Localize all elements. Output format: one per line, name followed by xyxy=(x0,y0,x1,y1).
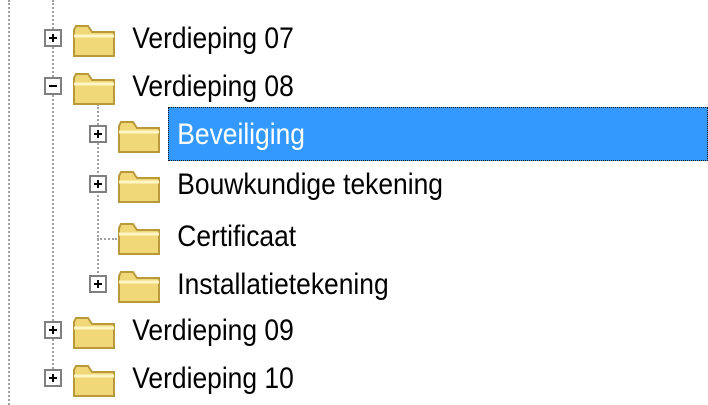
tree-item-label[interactable]: Verdieping 09 xyxy=(127,311,299,351)
tree-item-label-selected[interactable]: Beveiliging xyxy=(172,115,310,155)
tree-item-label[interactable]: Verdieping 08 xyxy=(127,67,299,107)
folder-icon xyxy=(73,73,115,105)
folder-icon xyxy=(118,223,160,255)
expand-plus-icon[interactable] xyxy=(89,125,107,143)
tree-item-installatietekening[interactable]: Installatietekening xyxy=(0,262,708,310)
tree-item-verdieping-10[interactable]: Verdieping 10 xyxy=(0,356,708,404)
folder-icon xyxy=(118,121,160,153)
tree-item-verdieping-09[interactable]: Verdieping 09 xyxy=(0,308,708,356)
folder-icon xyxy=(118,171,160,203)
collapse-minus-icon[interactable] xyxy=(44,77,62,95)
folder-tree: Verdieping 07 Verdieping 08 Beveiliging … xyxy=(0,0,708,405)
tree-item-beveiliging[interactable]: Beveiliging xyxy=(0,112,708,160)
tree-item-verdieping-07[interactable]: Verdieping 07 xyxy=(0,16,708,64)
folder-icon xyxy=(118,271,160,303)
tree-item-bouwkundige-tekening[interactable]: Bouwkundige tekening xyxy=(0,162,708,210)
tree-item-verdieping-08[interactable]: Verdieping 08 xyxy=(0,64,708,112)
tree-item-certificaat[interactable]: Certificaat xyxy=(0,214,708,262)
tree-item-label[interactable]: Bouwkundige tekening xyxy=(172,165,448,205)
folder-icon xyxy=(73,317,115,349)
expand-plus-icon[interactable] xyxy=(44,29,62,47)
tree-item-label[interactable]: Verdieping 10 xyxy=(127,359,299,399)
expand-plus-icon[interactable] xyxy=(44,321,62,339)
folder-icon xyxy=(73,25,115,57)
expand-plus-icon[interactable] xyxy=(89,275,107,293)
expand-plus-icon[interactable] xyxy=(89,175,107,193)
tree-item-label[interactable]: Certificaat xyxy=(172,217,301,257)
expand-plus-icon[interactable] xyxy=(44,369,62,387)
tree-item-label[interactable]: Installatietekening xyxy=(172,265,394,305)
tree-item-label[interactable]: Verdieping 07 xyxy=(127,19,299,59)
folder-icon xyxy=(73,365,115,397)
